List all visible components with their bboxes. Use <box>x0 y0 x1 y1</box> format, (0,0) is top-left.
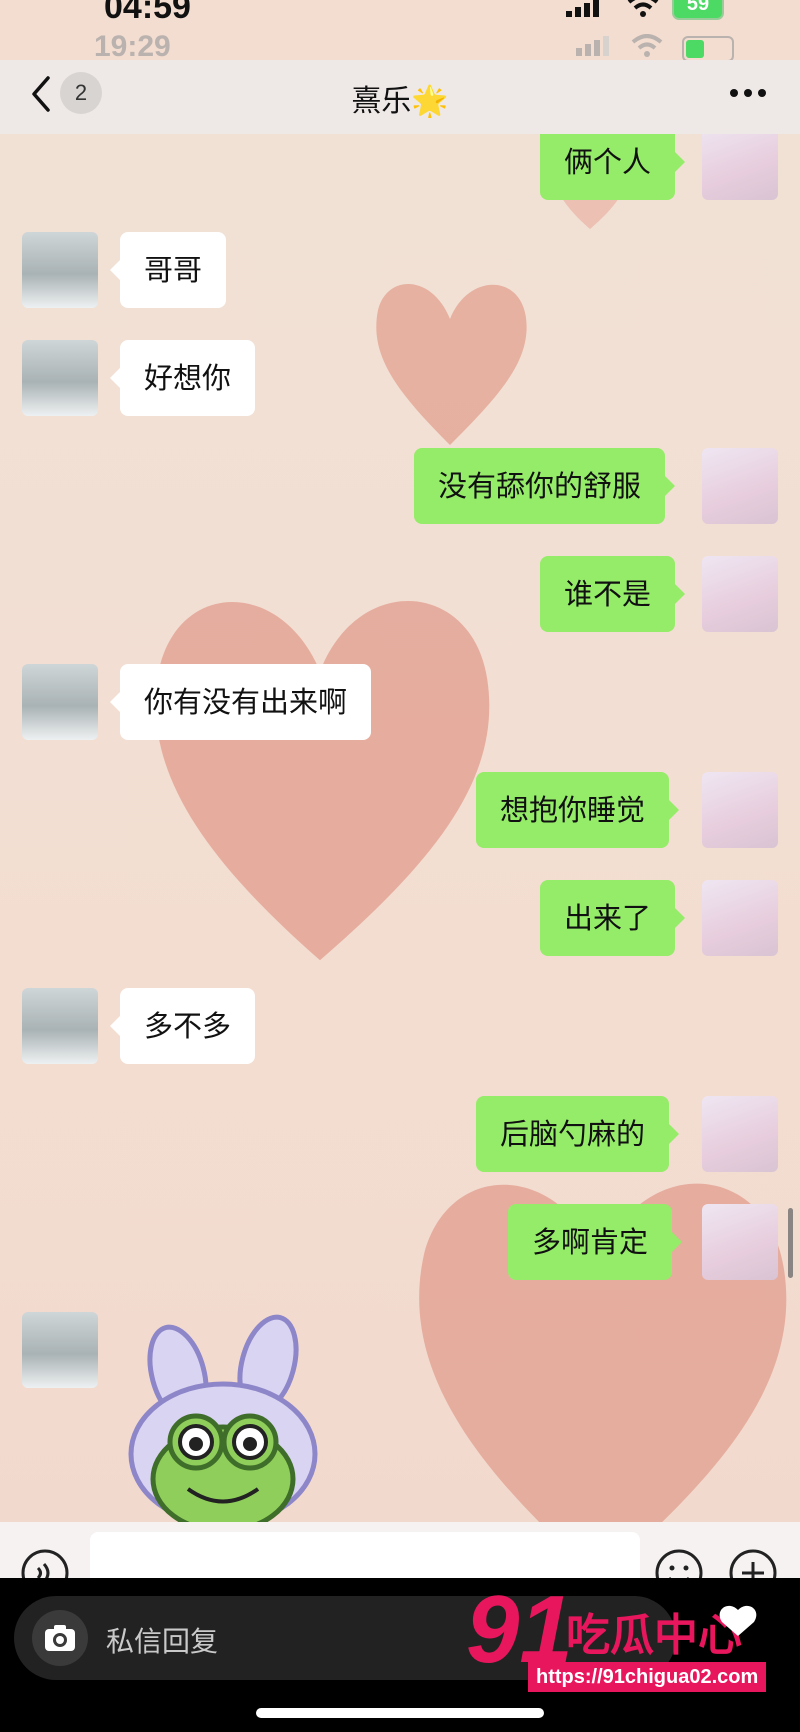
outer-signal-icon <box>566 0 602 17</box>
contact-avatar[interactable] <box>22 232 98 308</box>
chat-scrollbar[interactable] <box>788 1208 793 1278</box>
outer-battery-icon: 59 <box>672 0 724 20</box>
outgoing-message-bubble[interactable]: 谁不是 <box>540 556 686 632</box>
svg-text:91: 91 <box>466 1580 573 1674</box>
outgoing-message-bubble[interactable]: 后脑勺麻的 <box>476 1096 680 1172</box>
more-options-icon[interactable] <box>728 86 768 100</box>
inner-signal-icon <box>576 36 612 56</box>
star-emoji-icon: 🌟 <box>411 84 449 119</box>
outer-status-time: 04:59 <box>104 0 191 26</box>
inner-status-time: 19:29 <box>94 30 171 63</box>
my-avatar[interactable] <box>702 134 778 200</box>
incoming-message-bubble[interactable]: 哥哥 <box>109 232 227 308</box>
chat-title: 熹乐🌟 <box>0 76 800 120</box>
incoming-message-bubble[interactable]: 好想你 <box>109 340 256 416</box>
my-avatar[interactable] <box>702 1204 778 1280</box>
my-avatar[interactable] <box>702 1096 778 1172</box>
outer-wifi-icon <box>627 0 659 17</box>
outer-battery-level: 59 <box>686 0 710 15</box>
incoming-message-bubble[interactable]: 多不多 <box>109 988 256 1064</box>
home-indicator[interactable] <box>256 1708 544 1718</box>
outgoing-message-bubble[interactable]: 没有舔你的舒服 <box>414 448 676 524</box>
my-avatar[interactable] <box>702 772 778 848</box>
watermark-logo: 91 吃瓜中心 <box>466 1580 757 1674</box>
outgoing-message-bubble[interactable]: 多啊肯定 <box>508 1204 683 1280</box>
my-avatar[interactable] <box>702 556 778 632</box>
reply-placeholder[interactable]: 私信回复 <box>106 1620 218 1660</box>
watermark-url: https://91chigua02.com <box>528 1662 767 1692</box>
outgoing-message-bubble[interactable]: 俩个人 <box>540 134 686 200</box>
background-heart-decoration <box>155 600 490 961</box>
frog-bunny-sticker[interactable] <box>118 1314 338 1522</box>
contact-avatar[interactable] <box>22 340 98 416</box>
incoming-message-bubble[interactable]: 你有没有出来啊 <box>109 664 372 740</box>
contact-avatar[interactable] <box>22 988 98 1064</box>
svg-text:吃瓜中心: 吃瓜中心 <box>566 1610 742 1661</box>
outgoing-message-bubble[interactable]: 出来了 <box>540 880 686 956</box>
inner-battery-icon <box>682 36 734 62</box>
contact-avatar[interactable] <box>22 664 98 740</box>
background-heart-decoration <box>419 1183 787 1522</box>
inner-wifi-icon <box>631 34 663 57</box>
my-avatar[interactable] <box>702 448 778 524</box>
background-heart-decoration <box>376 284 527 445</box>
my-avatar[interactable] <box>702 880 778 956</box>
chat-message-area[interactable]: 俩个人 哥哥 好想你 没有舔你的舒服 谁不是 你有没有出来啊 想抱你睡觉 出来了… <box>0 134 800 1522</box>
outgoing-message-bubble[interactable]: 想抱你睡觉 <box>476 772 680 848</box>
camera-icon[interactable] <box>30 1608 90 1668</box>
contact-name: 熹乐 <box>351 84 412 119</box>
contact-avatar[interactable] <box>22 1312 98 1388</box>
